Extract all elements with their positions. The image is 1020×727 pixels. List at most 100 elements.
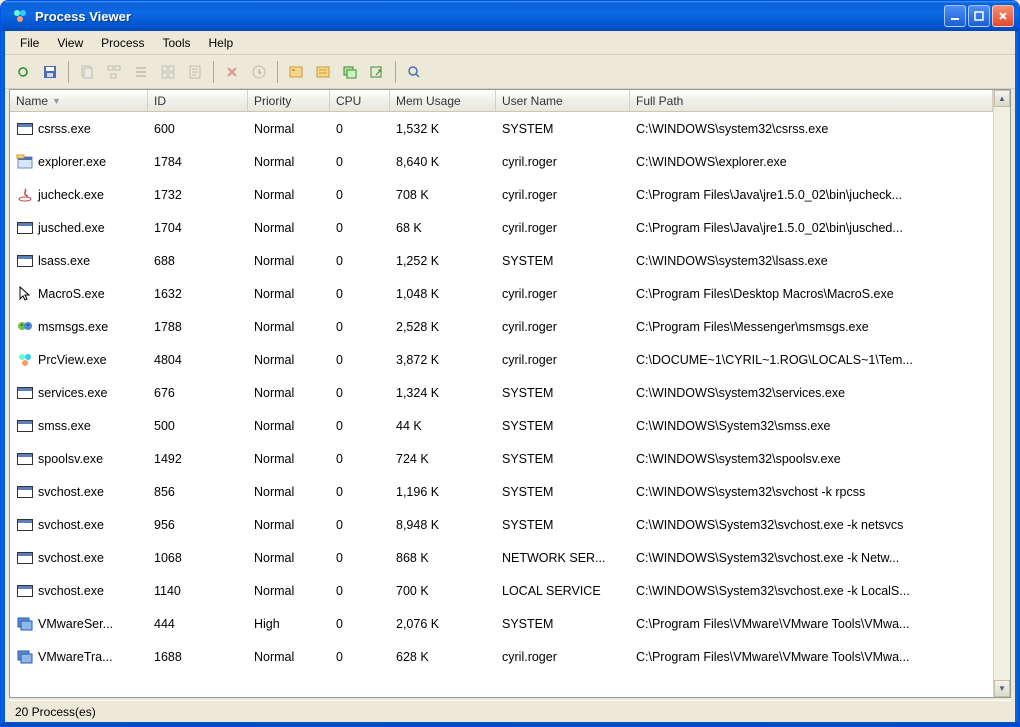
cell-mem: 44 K (390, 419, 496, 433)
column-name[interactable]: Name▼ (10, 90, 148, 111)
column-mem[interactable]: Mem Usage (390, 90, 496, 111)
vertical-scrollbar[interactable]: ▲ ▼ (993, 90, 1010, 697)
statusbar: 20 Process(es) (9, 700, 1011, 722)
table-row[interactable]: services.exe676Normal01,324 KSYSTEMC:\WI… (10, 376, 993, 409)
table-rows: csrss.exe600Normal01,532 KSYSTEMC:\WINDO… (10, 112, 993, 697)
table-row[interactable]: svchost.exe856Normal01,196 KSYSTEMC:\WIN… (10, 475, 993, 508)
column-path[interactable]: Full Path (630, 90, 993, 111)
cell-id: 1704 (148, 221, 248, 235)
scroll-down-button[interactable]: ▼ (994, 680, 1010, 697)
cell-mem: 2,528 K (390, 320, 496, 334)
cell-id: 676 (148, 386, 248, 400)
cell-mem: 3,872 K (390, 353, 496, 367)
column-priority[interactable]: Priority (248, 90, 330, 111)
menu-view[interactable]: View (48, 33, 92, 53)
minimize-button[interactable] (944, 5, 966, 27)
column-cpu[interactable]: CPU (330, 90, 390, 111)
process-name: svchost.exe (38, 518, 104, 532)
list-button[interactable] (129, 60, 153, 84)
cell-name: svchost.exe (10, 516, 148, 534)
table-row[interactable]: smss.exe500Normal044 KSYSTEMC:\WINDOWS\S… (10, 409, 993, 442)
table-row[interactable]: PrcView.exe4804Normal03,872 Kcyril.roger… (10, 343, 993, 376)
table-row[interactable]: MacroS.exe1632Normal01,048 Kcyril.rogerC… (10, 277, 993, 310)
cell-priority: Normal (248, 485, 330, 499)
cell-id: 1632 (148, 287, 248, 301)
table-row[interactable]: spoolsv.exe1492Normal0724 KSYSTEMC:\WIND… (10, 442, 993, 475)
tree-button[interactable] (102, 60, 126, 84)
toolbar (5, 55, 1015, 89)
cell-priority: Normal (248, 254, 330, 268)
table-row[interactable]: csrss.exe600Normal01,532 KSYSTEMC:\WINDO… (10, 112, 993, 145)
table-row[interactable]: jusched.exe1704Normal068 Kcyril.rogerC:\… (10, 211, 993, 244)
process-icon (16, 219, 34, 237)
refresh-button[interactable] (11, 60, 35, 84)
find-button[interactable] (402, 60, 426, 84)
cell-name: svchost.exe (10, 483, 148, 501)
menu-process[interactable]: Process (92, 33, 153, 53)
menu-tools[interactable]: Tools (154, 33, 200, 53)
table-row[interactable]: svchost.exe956Normal08,948 KSYSTEMC:\WIN… (10, 508, 993, 541)
modules-button[interactable] (284, 60, 308, 84)
process-icon (16, 153, 34, 171)
window-title: Process Viewer (35, 9, 944, 24)
process-name: svchost.exe (38, 485, 104, 499)
cell-user: SYSTEM (496, 386, 630, 400)
process-icon (16, 318, 34, 336)
cell-name: svchost.exe (10, 582, 148, 600)
column-id[interactable]: ID (148, 90, 248, 111)
cell-mem: 2,076 K (390, 617, 496, 631)
save-button[interactable] (38, 60, 62, 84)
copy-button[interactable] (75, 60, 99, 84)
cell-id: 500 (148, 419, 248, 433)
scroll-up-button[interactable]: ▲ (994, 90, 1010, 107)
table-row[interactable]: VMwareTra...1688Normal0628 Kcyril.rogerC… (10, 640, 993, 673)
cell-cpu: 0 (330, 122, 390, 136)
props-button[interactable] (183, 60, 207, 84)
cell-mem: 1,532 K (390, 122, 496, 136)
cell-name: MacroS.exe (10, 285, 148, 303)
cell-mem: 1,048 K (390, 287, 496, 301)
cell-priority: Normal (248, 320, 330, 334)
table-row[interactable]: msmsgs.exe1788Normal02,528 Kcyril.rogerC… (10, 310, 993, 343)
cell-priority: Normal (248, 287, 330, 301)
cell-name: PrcView.exe (10, 351, 148, 369)
cell-path: C:\Program Files\Desktop Macros\MacroS.e… (630, 287, 993, 301)
column-headers: Name▼ ID Priority CPU Mem Usage User Nam… (10, 90, 993, 112)
menu-file[interactable]: File (11, 33, 48, 53)
table-row[interactable]: lsass.exe688Normal01,252 KSYSTEMC:\WINDO… (10, 244, 993, 277)
goto-button[interactable] (365, 60, 389, 84)
cell-path: C:\Program Files\Java\jre1.5.0_02\bin\ju… (630, 188, 993, 202)
threads-button[interactable] (311, 60, 335, 84)
table-row[interactable]: svchost.exe1140Normal0700 KLOCAL SERVICE… (10, 574, 993, 607)
process-name: jusched.exe (38, 221, 105, 235)
table-row[interactable]: svchost.exe1068Normal0868 KNETWORK SER..… (10, 541, 993, 574)
cell-cpu: 0 (330, 386, 390, 400)
titlebar[interactable]: Process Viewer (1, 1, 1019, 31)
grid-button[interactable] (156, 60, 180, 84)
table-row[interactable]: jucheck.exe1732Normal0708 Kcyril.rogerC:… (10, 178, 993, 211)
scrollbar-track[interactable] (994, 107, 1010, 680)
cell-priority: Normal (248, 353, 330, 367)
kill-button[interactable] (220, 60, 244, 84)
process-name: smss.exe (38, 419, 91, 433)
cell-cpu: 0 (330, 650, 390, 664)
table-row[interactable]: explorer.exe1784Normal08,640 Kcyril.roge… (10, 145, 993, 178)
cell-id: 688 (148, 254, 248, 268)
menu-help[interactable]: Help (200, 33, 243, 53)
close-button[interactable] (992, 5, 1014, 27)
process-name: MacroS.exe (38, 287, 105, 301)
process-icon (16, 285, 34, 303)
table-row[interactable]: VMwareSer...444High02,076 KSYSTEMC:\Prog… (10, 607, 993, 640)
cell-mem: 68 K (390, 221, 496, 235)
cell-user: cyril.roger (496, 287, 630, 301)
cell-path: C:\Program Files\Messenger\msmsgs.exe (630, 320, 993, 334)
cell-path: C:\Program Files\VMware\VMware Tools\VMw… (630, 650, 993, 664)
cell-user: cyril.roger (496, 320, 630, 334)
cell-name: csrss.exe (10, 120, 148, 138)
cell-user: SYSTEM (496, 254, 630, 268)
column-user[interactable]: User Name (496, 90, 630, 111)
maximize-button[interactable] (968, 5, 990, 27)
windows-button[interactable] (338, 60, 362, 84)
cell-path: C:\WINDOWS\system32\svchost -k rpcss (630, 485, 993, 499)
pause-button[interactable] (247, 60, 271, 84)
